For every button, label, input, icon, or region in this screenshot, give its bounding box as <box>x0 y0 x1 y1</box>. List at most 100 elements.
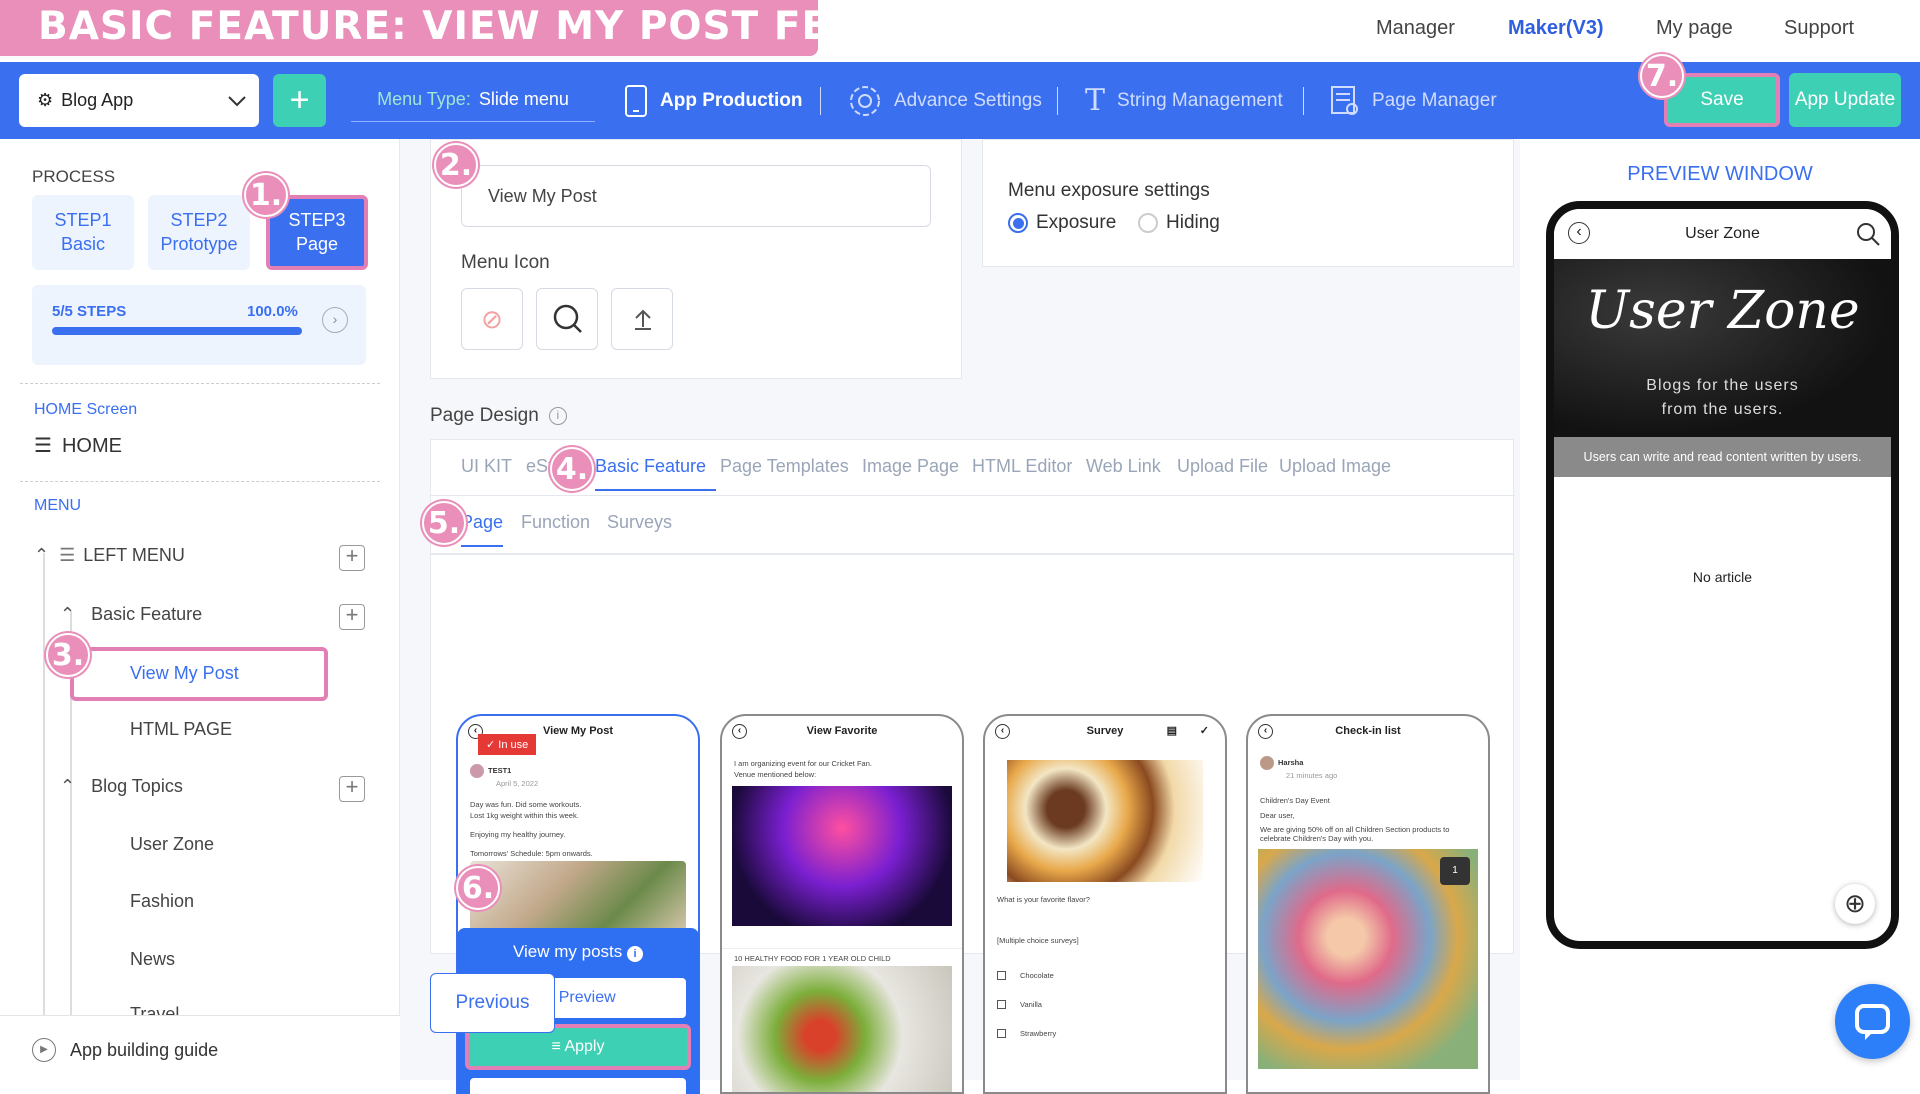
progress-next-icon[interactable]: › <box>322 307 348 333</box>
hiding-radio[interactable]: Hiding <box>1138 212 1220 234</box>
divider <box>431 495 1515 496</box>
sidebar-item-user-zone[interactable]: User Zone <box>130 834 214 855</box>
step-badge-6: 6. <box>456 866 500 910</box>
basic-feature-group[interactable]: ⌃ Basic Feature <box>60 604 202 625</box>
apply-icon: ≡ <box>551 1038 561 1055</box>
page-name-input[interactable]: View My Post <box>461 165 931 227</box>
card-username: TEST1 <box>488 765 512 775</box>
template-card-check-in-list[interactable]: ‹ Check-in list Harsha 21 minutes ago Chi… <box>1246 714 1490 1094</box>
search-icon[interactable] <box>1855 221 1881 247</box>
salad-image <box>732 966 952 1092</box>
sidebar-item-news[interactable]: News <box>130 949 175 970</box>
app-selector[interactable]: ⚙ Blog App <box>19 74 259 127</box>
progress-card: 5/5 STEPS 100.0% › <box>32 285 366 365</box>
card-title: Survey <box>1086 725 1124 737</box>
left-menu-group[interactable]: ⌃ ☰ LEFT MENU <box>34 545 185 566</box>
page-manager-label: Page Manager <box>1372 89 1497 111</box>
info-icon[interactable]: i <box>548 407 567 425</box>
toolbar-divider <box>1057 87 1058 115</box>
progress-steps-label: 5/5 STEPS <box>52 303 127 320</box>
list-circle-icon: ☰ <box>59 545 76 565</box>
option-label: Chocolate <box>1020 971 1054 980</box>
hero-banner: User Zone Blogs for the users from the u… <box>1554 259 1891 437</box>
template-card-view-favorite[interactable]: ‹ View Favorite I am organizing event for… <box>720 714 964 1094</box>
tab-page-templates[interactable]: Page Templates <box>720 456 849 477</box>
tab-advance-settings[interactable]: Advance Settings <box>848 62 1042 139</box>
tab-ui-kit[interactable]: UI KIT <box>461 456 512 477</box>
add-menu-icon[interactable]: + <box>339 545 365 571</box>
back-icon[interactable]: ‹ <box>1568 222 1590 244</box>
tab-estore[interactable]: eSt <box>526 456 553 477</box>
menu-type-value: Slide menu <box>478 89 569 109</box>
blog-topics-label: Blog Topics <box>91 776 183 796</box>
step2-button[interactable]: STEP2 Prototype <box>148 195 250 270</box>
image-count-badge: 1 <box>1440 857 1470 885</box>
tab-html-editor[interactable]: HTML Editor <box>972 456 1072 477</box>
tab-basic-feature[interactable]: Basic Feature <box>595 456 717 491</box>
tab-upload-image[interactable]: Upload Image <box>1279 456 1391 477</box>
nav-mypage[interactable]: My page <box>1656 17 1733 40</box>
preview-column: PREVIEW WINDOW ‹ User Zone User Zone Blo… <box>1520 139 1920 1080</box>
search-icon-option[interactable] <box>536 288 598 350</box>
tab-image-page[interactable]: Image Page <box>862 456 959 477</box>
guide-bar[interactable]: ▶ App building guide <box>0 1015 400 1080</box>
sidebar-item-fashion[interactable]: Fashion <box>130 891 194 912</box>
radio-unchecked-icon <box>1138 213 1158 233</box>
home-item[interactable]: ☰ HOME <box>34 433 122 458</box>
exposure-radio[interactable]: Exposure <box>1008 212 1116 234</box>
info-icon: i <box>627 946 643 962</box>
nav-manager[interactable]: Manager <box>1376 17 1455 40</box>
divider <box>20 481 380 482</box>
sidebar-item-view-my-post[interactable]: View My Post <box>70 647 328 701</box>
nav-maker[interactable]: Maker(V3) <box>1508 17 1604 40</box>
phone-header-title: User Zone <box>1685 225 1760 242</box>
tab-string-management[interactable]: T String Management <box>1085 62 1283 139</box>
app-update-button[interactable]: App Update <box>1789 73 1901 127</box>
back-icon: ‹ <box>732 724 747 739</box>
card-line: We are giving 50% off on all Children Se… <box>1260 825 1450 843</box>
step-badge-1: 1. <box>244 173 288 217</box>
apply-label: Apply <box>564 1038 605 1055</box>
concert-image <box>732 786 952 926</box>
tab-web-link[interactable]: Web Link <box>1086 456 1161 477</box>
add-post-button[interactable]: ⊕ <box>1835 884 1875 924</box>
guide-label: App building guide <box>70 1040 219 1060</box>
progress-fill <box>52 327 302 335</box>
upload-icon-option[interactable] <box>611 288 673 350</box>
avatar <box>1260 756 1274 770</box>
menu-type-selector[interactable]: Menu Type: Slide menu <box>351 78 595 122</box>
app-production-label: App Production <box>660 89 803 111</box>
card-line: Lost 1kg weight within this week. <box>470 811 579 820</box>
no-icon-option[interactable]: ⊘ <box>461 288 523 350</box>
sidebar-item-html-page[interactable]: HTML PAGE <box>130 719 232 740</box>
card-user: Harsha <box>1248 746 1488 770</box>
basic-feature-label: Basic Feature <box>91 604 203 624</box>
children-image: 1 <box>1258 849 1478 1069</box>
more-button[interactable] <box>470 1078 686 1094</box>
step1-button[interactable]: STEP1 Basic <box>32 195 134 270</box>
subtab-function[interactable]: Function <box>521 512 590 533</box>
add-menu-icon[interactable]: + <box>339 776 365 802</box>
survey-type: [Multiple choice surveys] <box>997 936 1079 945</box>
chevron-up-icon: ⌃ <box>60 604 76 624</box>
checkbox-icon <box>997 1029 1006 1038</box>
tab-page-manager[interactable]: Page Manager <box>1330 62 1497 139</box>
option-label: Strawberry <box>1020 1029 1057 1038</box>
add-app-button[interactable]: + <box>273 74 326 127</box>
radio-checked-icon <box>1008 213 1028 233</box>
tab-app-production[interactable]: App Production <box>624 62 802 139</box>
add-menu-icon[interactable]: + <box>339 604 365 630</box>
chat-support-button[interactable] <box>1835 984 1910 1059</box>
main-toolbar: ⚙ Blog App + Menu Type: Slide menu App P… <box>0 62 1920 139</box>
blog-topics-group[interactable]: ⌃ Blog Topics <box>60 776 183 797</box>
previous-button[interactable]: Previous <box>430 973 555 1033</box>
template-card-survey[interactable]: ‹ Survey ▤ ✓ What is your favorite flavor? … <box>983 714 1227 1094</box>
subtab-surveys[interactable]: Surveys <box>607 512 672 533</box>
subtab-page[interactable]: Page <box>461 512 504 547</box>
string-management-label: String Management <box>1117 89 1283 111</box>
nav-support[interactable]: Support <box>1784 17 1854 40</box>
share-icon: ▤ <box>1166 725 1177 737</box>
tab-upload-file[interactable]: Upload File <box>1177 456 1268 477</box>
page-design-heading: Page Design i <box>430 405 567 427</box>
ice-cream-image <box>1007 760 1203 882</box>
